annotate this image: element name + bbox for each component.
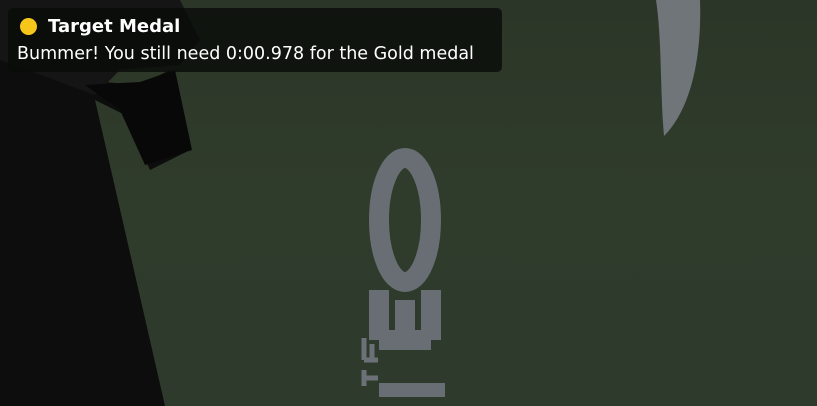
- gold-medal-icon: [20, 17, 37, 35]
- track-painted-letters: [369, 148, 445, 397]
- notification-message: Bummer! You still need 0:00.978 for the …: [17, 44, 474, 64]
- target-medal-notification: Target Medal Bummer! You still need 0:00…: [8, 8, 502, 72]
- notification-header: Target Medal: [20, 14, 180, 38]
- notification-title: Target Medal: [48, 15, 181, 37]
- track-painted-small-letters: [361, 338, 378, 386]
- track-marking-stripe: [656, 0, 701, 136]
